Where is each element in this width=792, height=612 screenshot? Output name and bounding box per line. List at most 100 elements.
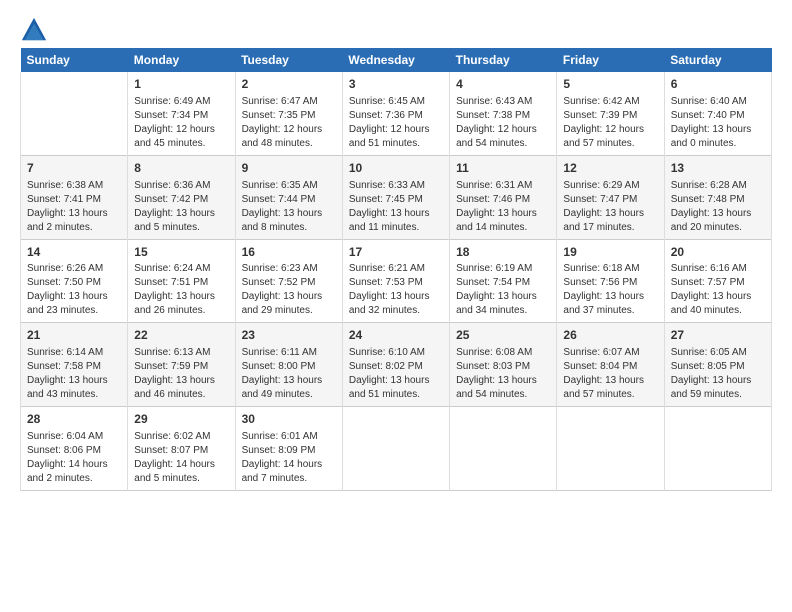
cell-content: Sunrise: 6:26 AM Sunset: 7:50 PM Dayligh…	[27, 262, 121, 318]
day-number: 21	[27, 327, 121, 344]
cell-content: Sunrise: 6:04 AM Sunset: 8:06 PM Dayligh…	[27, 430, 121, 486]
header	[20, 16, 772, 44]
calendar-cell: 30 Sunrise: 6:01 AM Sunset: 8:09 PM Dayli…	[235, 407, 342, 491]
calendar-cell: 3 Sunrise: 6:45 AM Sunset: 7:36 PM Daylig…	[342, 72, 449, 155]
day-number: 2	[242, 76, 336, 93]
day-number: 30	[242, 411, 336, 428]
day-number: 13	[671, 160, 765, 177]
cell-content: Sunrise: 6:24 AM Sunset: 7:51 PM Dayligh…	[134, 262, 228, 318]
cell-content: Sunrise: 6:47 AM Sunset: 7:35 PM Dayligh…	[242, 95, 336, 151]
calendar-week-5: 28 Sunrise: 6:04 AM Sunset: 8:06 PM Dayli…	[21, 407, 772, 491]
calendar-cell: 23 Sunrise: 6:11 AM Sunset: 8:00 PM Dayli…	[235, 323, 342, 407]
calendar-cell: 18Sunrise: 6:19 AM Sunset: 7:54 PM Dayli…	[450, 239, 557, 323]
calendar-header-row: SundayMondayTuesdayWednesdayThursdayFrid…	[21, 48, 772, 72]
day-number: 20	[671, 244, 765, 261]
cell-content: Sunrise: 6:23 AM Sunset: 7:52 PM Dayligh…	[242, 262, 336, 318]
calendar-table: SundayMondayTuesdayWednesdayThursdayFrid…	[20, 48, 772, 491]
calendar-week-4: 21 Sunrise: 6:14 AM Sunset: 7:58 PM Dayli…	[21, 323, 772, 407]
calendar-cell: 29 Sunrise: 6:02 AM Sunset: 8:07 PM Dayli…	[128, 407, 235, 491]
cell-content: Sunrise: 6:29 AM Sunset: 7:47 PM Dayligh…	[563, 179, 657, 235]
cell-content: Sunrise: 6:42 AM Sunset: 7:39 PM Dayligh…	[563, 95, 657, 151]
logo	[20, 16, 52, 44]
page-container: SundayMondayTuesdayWednesdayThursdayFrid…	[0, 0, 792, 501]
day-number: 24	[349, 327, 443, 344]
calendar-cell	[21, 72, 128, 155]
calendar-cell: 1 Sunrise: 6:49 AM Sunset: 7:34 PM Daylig…	[128, 72, 235, 155]
calendar-week-2: 7 Sunrise: 6:38 AM Sunset: 7:41 PM Daylig…	[21, 155, 772, 239]
day-number: 5	[563, 76, 657, 93]
cell-content: Sunrise: 6:01 AM Sunset: 8:09 PM Dayligh…	[242, 430, 336, 486]
column-header-monday: Monday	[128, 48, 235, 72]
day-number: 9	[242, 160, 336, 177]
day-number: 3	[349, 76, 443, 93]
calendar-cell: 26Sunrise: 6:07 AM Sunset: 8:04 PM Dayli…	[557, 323, 664, 407]
cell-content: Sunrise: 6:05 AM Sunset: 8:05 PM Dayligh…	[671, 346, 765, 402]
calendar-cell: 21 Sunrise: 6:14 AM Sunset: 7:58 PM Dayli…	[21, 323, 128, 407]
column-header-saturday: Saturday	[664, 48, 771, 72]
cell-content: Sunrise: 6:38 AM Sunset: 7:41 PM Dayligh…	[27, 179, 121, 235]
day-number: 25	[456, 327, 550, 344]
calendar-cell: 16Sunrise: 6:23 AM Sunset: 7:52 PM Dayli…	[235, 239, 342, 323]
column-header-tuesday: Tuesday	[235, 48, 342, 72]
day-number: 15	[134, 244, 228, 261]
cell-content: Sunrise: 6:36 AM Sunset: 7:42 PM Dayligh…	[134, 179, 228, 235]
calendar-cell: 14Sunrise: 6:26 AM Sunset: 7:50 PM Dayli…	[21, 239, 128, 323]
day-number: 17	[349, 244, 443, 261]
cell-content: Sunrise: 6:14 AM Sunset: 7:58 PM Dayligh…	[27, 346, 121, 402]
calendar-cell: 9Sunrise: 6:35 AM Sunset: 7:44 PM Daylig…	[235, 155, 342, 239]
day-number: 4	[456, 76, 550, 93]
calendar-week-1: 1 Sunrise: 6:49 AM Sunset: 7:34 PM Daylig…	[21, 72, 772, 155]
day-number: 8	[134, 160, 228, 177]
day-number: 14	[27, 244, 121, 261]
calendar-cell	[557, 407, 664, 491]
day-number: 29	[134, 411, 228, 428]
day-number: 16	[242, 244, 336, 261]
day-number: 28	[27, 411, 121, 428]
cell-content: Sunrise: 6:11 AM Sunset: 8:00 PM Dayligh…	[242, 346, 336, 402]
calendar-cell: 7 Sunrise: 6:38 AM Sunset: 7:41 PM Daylig…	[21, 155, 128, 239]
calendar-cell: 25Sunrise: 6:08 AM Sunset: 8:03 PM Dayli…	[450, 323, 557, 407]
cell-content: Sunrise: 6:43 AM Sunset: 7:38 PM Dayligh…	[456, 95, 550, 151]
cell-content: Sunrise: 6:19 AM Sunset: 7:54 PM Dayligh…	[456, 262, 550, 318]
day-number: 18	[456, 244, 550, 261]
day-number: 19	[563, 244, 657, 261]
cell-content: Sunrise: 6:13 AM Sunset: 7:59 PM Dayligh…	[134, 346, 228, 402]
day-number: 1	[134, 76, 228, 93]
day-number: 7	[27, 160, 121, 177]
calendar-cell: 10 Sunrise: 6:33 AM Sunset: 7:45 PM Dayli…	[342, 155, 449, 239]
cell-content: Sunrise: 6:40 AM Sunset: 7:40 PM Dayligh…	[671, 95, 765, 151]
calendar-cell: 24 Sunrise: 6:10 AM Sunset: 8:02 PM Dayli…	[342, 323, 449, 407]
cell-content: Sunrise: 6:21 AM Sunset: 7:53 PM Dayligh…	[349, 262, 443, 318]
logo-icon	[20, 16, 48, 44]
calendar-cell: 4 Sunrise: 6:43 AM Sunset: 7:38 PM Daylig…	[450, 72, 557, 155]
calendar-cell: 11 Sunrise: 6:31 AM Sunset: 7:46 PM Dayli…	[450, 155, 557, 239]
cell-content: Sunrise: 6:45 AM Sunset: 7:36 PM Dayligh…	[349, 95, 443, 151]
cell-content: Sunrise: 6:31 AM Sunset: 7:46 PM Dayligh…	[456, 179, 550, 235]
calendar-cell: 8 Sunrise: 6:36 AM Sunset: 7:42 PM Daylig…	[128, 155, 235, 239]
cell-content: Sunrise: 6:33 AM Sunset: 7:45 PM Dayligh…	[349, 179, 443, 235]
day-number: 27	[671, 327, 765, 344]
cell-content: Sunrise: 6:49 AM Sunset: 7:34 PM Dayligh…	[134, 95, 228, 151]
day-number: 11	[456, 160, 550, 177]
day-number: 12	[563, 160, 657, 177]
cell-content: Sunrise: 6:02 AM Sunset: 8:07 PM Dayligh…	[134, 430, 228, 486]
calendar-cell: 13Sunrise: 6:28 AM Sunset: 7:48 PM Dayli…	[664, 155, 771, 239]
column-header-thursday: Thursday	[450, 48, 557, 72]
day-number: 6	[671, 76, 765, 93]
calendar-cell: 5 Sunrise: 6:42 AM Sunset: 7:39 PM Daylig…	[557, 72, 664, 155]
calendar-cell: 22 Sunrise: 6:13 AM Sunset: 7:59 PM Dayli…	[128, 323, 235, 407]
cell-content: Sunrise: 6:18 AM Sunset: 7:56 PM Dayligh…	[563, 262, 657, 318]
calendar-cell: 17Sunrise: 6:21 AM Sunset: 7:53 PM Dayli…	[342, 239, 449, 323]
calendar-cell: 12 Sunrise: 6:29 AM Sunset: 7:47 PM Dayli…	[557, 155, 664, 239]
column-header-wednesday: Wednesday	[342, 48, 449, 72]
calendar-cell	[664, 407, 771, 491]
day-number: 23	[242, 327, 336, 344]
calendar-cell: 20Sunrise: 6:16 AM Sunset: 7:57 PM Dayli…	[664, 239, 771, 323]
day-number: 10	[349, 160, 443, 177]
day-number: 22	[134, 327, 228, 344]
calendar-cell: 6 Sunrise: 6:40 AM Sunset: 7:40 PM Daylig…	[664, 72, 771, 155]
calendar-cell: 15Sunrise: 6:24 AM Sunset: 7:51 PM Dayli…	[128, 239, 235, 323]
calendar-week-3: 14Sunrise: 6:26 AM Sunset: 7:50 PM Dayli…	[21, 239, 772, 323]
calendar-cell: 28 Sunrise: 6:04 AM Sunset: 8:06 PM Dayli…	[21, 407, 128, 491]
cell-content: Sunrise: 6:10 AM Sunset: 8:02 PM Dayligh…	[349, 346, 443, 402]
